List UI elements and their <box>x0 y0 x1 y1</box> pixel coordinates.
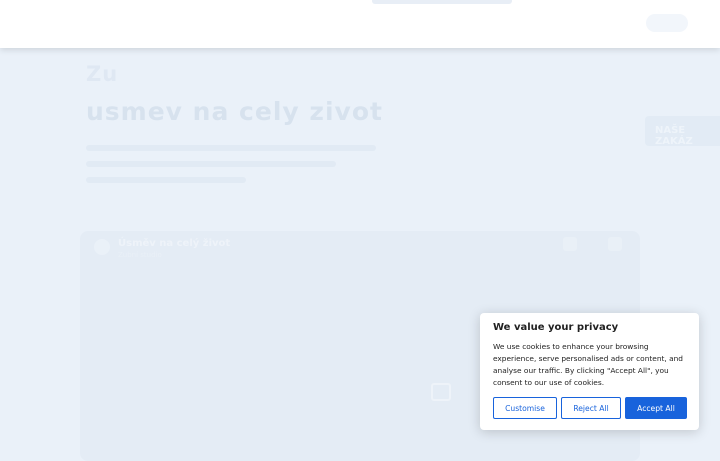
accept-all-button[interactable]: Accept All <box>625 397 687 419</box>
hero-paragraph-line <box>86 145 376 151</box>
reject-all-button[interactable]: Reject All <box>561 397 621 419</box>
cookie-consent-banner: We value your privacy We use cookies to … <box>480 313 699 430</box>
side-cta-label: NAŠE ZAKÁZ <box>655 125 693 147</box>
video-channel-title: Úsměv na celý život <box>118 238 231 249</box>
header-menu-button[interactable] <box>646 14 688 32</box>
hero-title: usmev na cely zivot <box>86 97 383 126</box>
header-top-mark <box>372 0 512 4</box>
avatar <box>94 239 110 255</box>
clock-icon[interactable] <box>563 237 577 251</box>
video-channel-subtitle: Zubní studio <box>118 251 162 259</box>
play-icon[interactable] <box>431 383 451 401</box>
side-cta-button[interactable]: NAŠE ZAKÁZ <box>645 116 720 147</box>
cookie-description: We use cookies to enhance your browsing … <box>493 342 684 387</box>
hero-paragraph-line <box>86 161 336 167</box>
site-header <box>0 0 720 48</box>
share-icon[interactable] <box>608 237 622 251</box>
cookie-title: We value your privacy <box>493 322 619 333</box>
hero-kicker: Zu <box>86 62 119 86</box>
customise-button[interactable]: Customise <box>493 397 557 419</box>
hero-paragraph-line <box>86 177 246 183</box>
